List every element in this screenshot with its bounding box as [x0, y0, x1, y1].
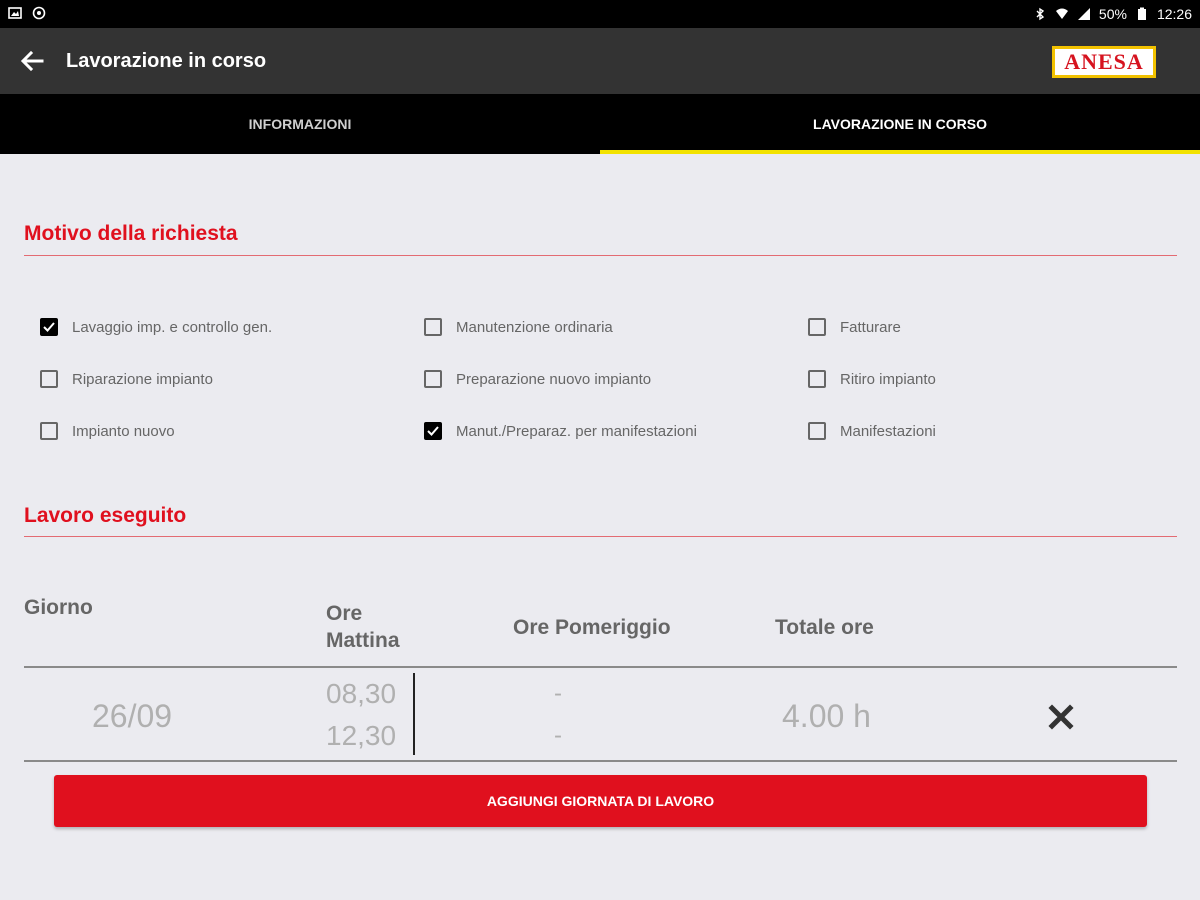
image-icon [8, 7, 22, 19]
header-ore-mattina-line1: Ore [326, 602, 363, 625]
checkbox-box[interactable] [424, 318, 442, 336]
checkbox-label: Ritiro impianto [840, 370, 936, 388]
battery-percent: 50% [1098, 6, 1127, 22]
cell-mattina-start: 08,30 [326, 678, 397, 709]
checkbox-label: Preparazione nuovo impianto [456, 370, 652, 388]
battery-icon [1137, 7, 1146, 20]
checkbox-box[interactable] [808, 318, 826, 336]
header-giorno: Giorno [24, 596, 93, 619]
checkbox-box[interactable] [808, 422, 826, 440]
tab-informazioni[interactable]: INFORMAZIONI [0, 94, 600, 154]
header-totale-ore: Totale ore [775, 616, 874, 639]
checkbox-impianto-nuovo[interactable]: Impianto nuovo [40, 422, 175, 440]
section-divider [24, 536, 1177, 537]
checkbox-lavaggio[interactable]: Lavaggio imp. e controllo gen. [40, 318, 272, 336]
bluetooth-icon [1036, 7, 1045, 21]
check-icon [427, 426, 439, 436]
delete-icon[interactable] [1046, 702, 1076, 732]
settings-status-icon [32, 6, 46, 20]
checkbox-label: Riparazione impianto [72, 370, 213, 388]
checkbox-box[interactable] [40, 318, 58, 336]
back-arrow-icon[interactable] [18, 47, 46, 75]
signal-icon [1077, 8, 1090, 20]
logo-text: ANESA [1064, 49, 1144, 74]
table-header-line [24, 666, 1177, 668]
status-bar: 50% 12:26 [0, 0, 1200, 28]
section-title-lavoro: Lavoro eseguito [24, 504, 187, 527]
column-separator [413, 673, 415, 755]
checkbox-label: Fatturare [840, 318, 901, 336]
add-workday-button[interactable]: AGGIUNGI GIORNATA DI LAVORO [54, 775, 1147, 827]
app-bar: Lavorazione in corso ANESA [0, 28, 1200, 94]
page-title: Lavorazione in corso [66, 50, 267, 72]
checkbox-label: Impianto nuovo [72, 422, 175, 440]
header-ore-mattina-line2: Mattina [326, 629, 400, 652]
checkbox-box[interactable] [40, 370, 58, 388]
checkbox-label: Manut./Preparaz. per manifestazioni [456, 422, 697, 440]
cell-giorno: 26/09 [92, 698, 173, 734]
header-ore-pomeriggio: Ore Pomeriggio [513, 616, 671, 639]
checkbox-box[interactable] [808, 370, 826, 388]
checkbox-box[interactable] [40, 422, 58, 440]
checkbox-label: Manutenzione ordinaria [456, 318, 613, 336]
checkbox-riparazione-impianto[interactable]: Riparazione impianto [40, 370, 213, 388]
check-icon [43, 322, 55, 332]
checkbox-box[interactable] [424, 422, 442, 440]
checkbox-box[interactable] [424, 370, 442, 388]
checkbox-manutenzione-ordinaria[interactable]: Manutenzione ordinaria [424, 318, 613, 336]
checkbox-preparazione-nuovo-impianto[interactable]: Preparazione nuovo impianto [424, 370, 651, 388]
checkbox-label: Manifestazioni [840, 422, 936, 440]
anesa-logo: ANESA [1052, 46, 1156, 78]
tab-lavorazione-in-corso[interactable]: LAVORAZIONE IN CORSO [600, 94, 1200, 154]
checkbox-label: Lavaggio imp. e controllo gen. [72, 318, 273, 336]
checkbox-manifestazioni[interactable]: Manifestazioni [808, 422, 936, 440]
section-title-motivo: Motivo della richiesta [24, 222, 238, 245]
cell-pomeriggio-end: - [554, 722, 562, 749]
cell-totale: 4.00 h [782, 698, 871, 734]
cell-pomeriggio-start: - [554, 680, 562, 707]
checkbox-ritiro-impianto[interactable]: Ritiro impianto [808, 370, 936, 388]
cell-mattina-end: 12,30 [326, 720, 397, 751]
wifi-icon [1055, 8, 1068, 19]
table-bottom-line [24, 760, 1177, 762]
clock: 12:26 [1156, 6, 1192, 22]
tab-bar: INFORMAZIONI LAVORAZIONE IN CORSO [0, 94, 1200, 154]
checkbox-manut-preparaz-manifestazioni[interactable]: Manut./Preparaz. per manifestazioni [424, 422, 697, 440]
checkbox-fatturare[interactable]: Fatturare [808, 318, 901, 336]
section-divider [24, 255, 1177, 256]
